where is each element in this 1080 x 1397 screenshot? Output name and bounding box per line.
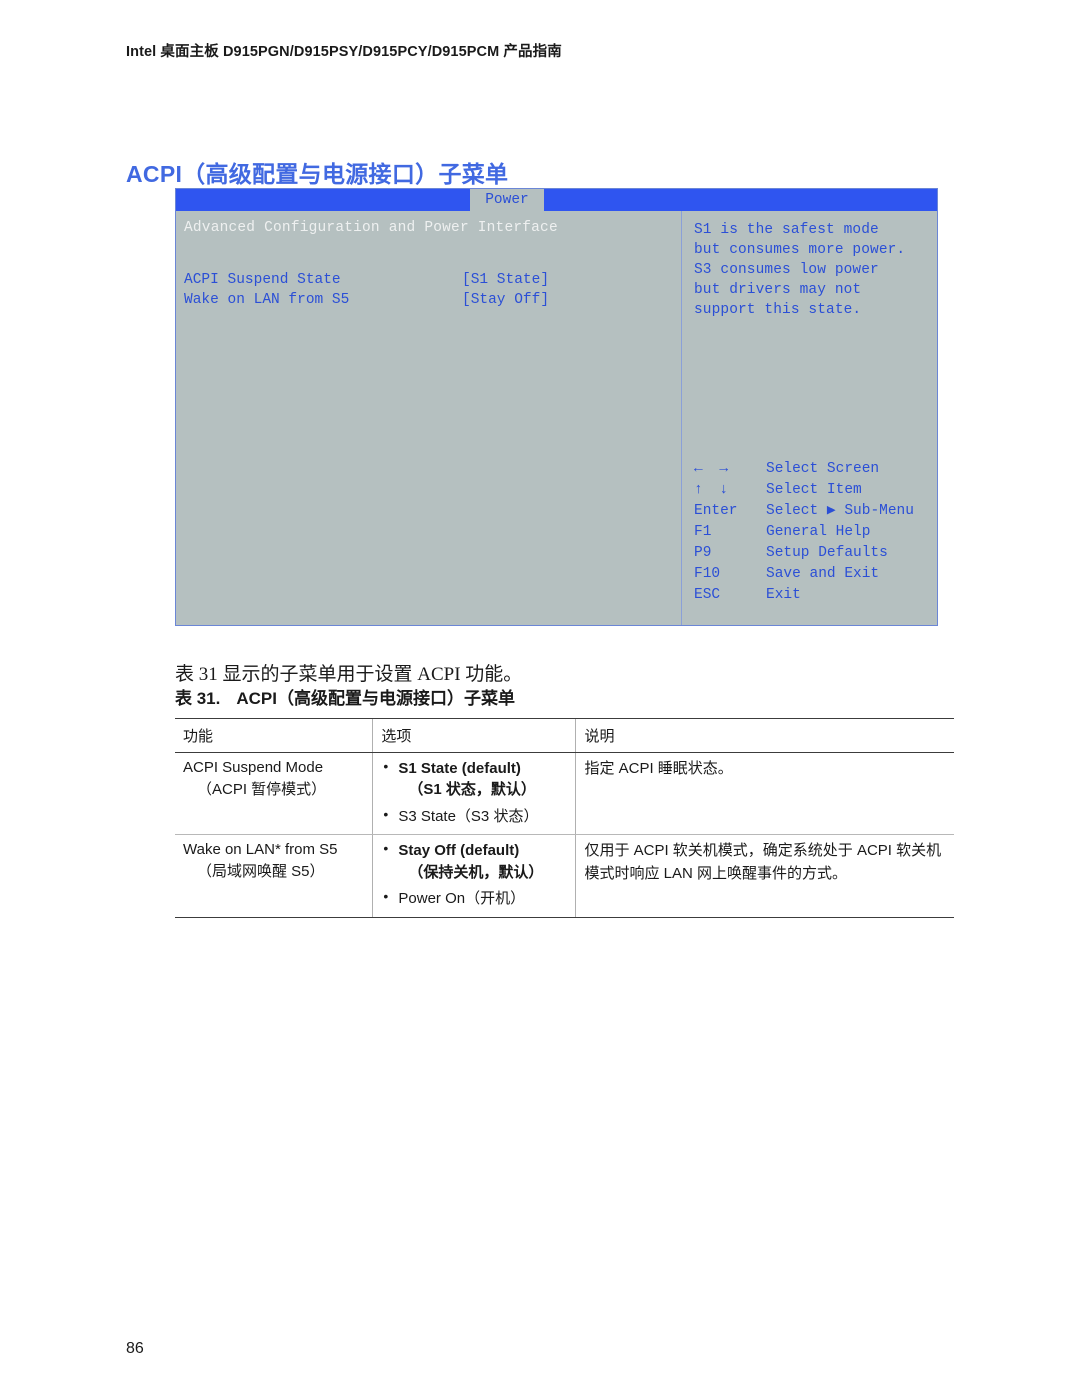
option-label-en: S3 State（S3 状态）: [398, 808, 539, 826]
page-number: 86: [126, 1340, 144, 1357]
table-number: 表 31.: [175, 689, 221, 708]
help-text-line: but consumes more power.: [694, 242, 906, 258]
option-item: Stay Off (default) （保持关机，默认）: [381, 839, 567, 883]
setting-label-wake-on-lan: Wake on LAN from S5: [184, 292, 350, 308]
key-label-p9: P9: [694, 545, 712, 561]
column-header-description: 说明: [575, 718, 954, 753]
key-label-esc: ESC: [694, 587, 721, 603]
key-legend-row: F1 General Help: [688, 522, 937, 543]
key-legend-desc: General Help: [766, 524, 871, 540]
left-right-arrow-icon: ← →: [694, 461, 733, 477]
bios-tab-bar: [176, 189, 937, 211]
option-label-en: S1 State (default): [398, 760, 521, 777]
up-down-arrow-icon: ↑ ↓: [694, 482, 733, 498]
key-legend-row: ESC Exit: [688, 585, 937, 606]
option-item: Power On（开机）: [381, 887, 567, 909]
table-caption: 表 31. ACPI（高级配置与电源接口）子菜单: [175, 684, 515, 709]
feature-name-cn: （局域网唤醒 S5）: [197, 863, 325, 881]
column-header-options: 选项: [372, 718, 576, 753]
key-legend-desc: Exit: [766, 587, 801, 603]
table-header-row: 功能 选项 说明: [175, 718, 954, 753]
bios-setting-row[interactable]: Wake on LAN from S5 [Stay Off]: [184, 291, 674, 310]
feature-name-en: Wake on LAN* from S5: [183, 841, 338, 859]
bios-help-panel: S1 is the safest mode but consumes more …: [682, 211, 937, 625]
key-legend-desc: Save and Exit: [766, 566, 880, 582]
key-label-f10: F10: [694, 566, 721, 582]
feature-name-cn: （ACPI 暂停模式）: [197, 780, 327, 798]
option-item: S3 State（S3 状态）: [381, 805, 567, 827]
help-text-line: support this state.: [694, 302, 862, 318]
bios-settings-panel: Advanced Configuration and Power Interfa…: [176, 211, 681, 625]
help-text-line: but drivers may not: [694, 282, 862, 298]
cell-feature: ACPI Suspend Mode （ACPI 暂停模式）: [175, 752, 373, 836]
bios-key-legend: ← → Select Screen ↑ ↓ Select Item Enter …: [688, 459, 937, 606]
key-legend-row: ← → Select Screen: [688, 459, 937, 480]
bios-setup-screenshot: Power Advanced Configuration and Power I…: [175, 188, 938, 626]
bios-panel-heading: Advanced Configuration and Power Interfa…: [184, 220, 558, 236]
column-header-feature: 功能: [175, 718, 373, 753]
page-title: ACPI（高级配置与电源接口）子菜单: [126, 161, 509, 188]
cell-description: 仅用于 ACPI 软关机模式，确定系统处于 ACPI 软关机模式时响应 LAN …: [575, 834, 954, 918]
option-label-en: Stay Off (default): [398, 842, 520, 860]
description-text: 指定 ACPI 睡眠状态。: [584, 760, 733, 777]
key-legend-row: F10 Save and Exit: [688, 564, 937, 585]
help-text-line: S1 is the safest mode: [694, 222, 879, 238]
description-text: 仅用于 ACPI 软关机模式，确定系统处于 ACPI 软关机模式时响应 LAN …: [584, 842, 942, 882]
key-legend-desc: Select Item: [766, 482, 862, 498]
key-legend-row: P9 Setup Defaults: [688, 543, 937, 564]
key-legend-desc: Select Screen: [766, 461, 880, 477]
table-caption-text: ACPI（高级配置与电源接口）子菜单: [236, 689, 515, 708]
option-list: Stay Off (default) （保持关机，默认） Power On（开机…: [381, 839, 567, 909]
tab-power[interactable]: Power: [470, 189, 544, 211]
option-label-cn: （S1 状态，默认）: [408, 781, 536, 799]
key-label-enter: Enter: [694, 503, 738, 519]
running-header: Intel 桌面主板 D915PGN/D915PSY/D915PCY/D915P…: [126, 44, 562, 60]
option-label-en: Power On（开机）: [398, 890, 526, 908]
table-row: Wake on LAN* from S5 （局域网唤醒 S5） Stay Off…: [175, 834, 954, 918]
table-row: ACPI Suspend Mode （ACPI 暂停模式） S1 State (…: [175, 752, 954, 836]
setting-value-wake-on-lan[interactable]: [Stay Off]: [462, 291, 549, 310]
cell-description: 指定 ACPI 睡眠状态。: [575, 752, 954, 836]
cell-options: S1 State (default) （S1 状态，默认） S3 State（S…: [372, 752, 576, 836]
help-text-line: S3 consumes low power: [694, 262, 879, 278]
option-label-cn: （保持关机，默认）: [408, 863, 544, 881]
table-intro-text: 表 31 显示的子菜单用于设置 ACPI 功能。: [175, 664, 523, 685]
cell-feature: Wake on LAN* from S5 （局域网唤醒 S5）: [175, 834, 373, 918]
key-legend-desc: Select ▶ Sub-Menu: [766, 503, 914, 519]
setting-value-acpi-suspend-state[interactable]: [S1 State]: [462, 271, 549, 290]
option-item: S1 State (default) （S1 状态，默认）: [381, 757, 567, 801]
option-list: S1 State (default) （S1 状态，默认） S3 State（S…: [381, 757, 567, 827]
feature-name-en: ACPI Suspend Mode: [183, 759, 324, 776]
key-label-f1: F1: [694, 524, 712, 540]
acpi-settings-table: 功能 选项 说明 ACPI Suspend Mode （ACPI 暂停模式） S…: [175, 718, 954, 918]
key-legend-desc: Setup Defaults: [766, 545, 888, 561]
key-legend-row: Enter Select ▶ Sub-Menu: [688, 501, 937, 522]
bios-setting-row[interactable]: ACPI Suspend State [S1 State]: [184, 271, 674, 290]
cell-options: Stay Off (default) （保持关机，默认） Power On（开机…: [372, 834, 576, 918]
key-legend-row: ↑ ↓ Select Item: [688, 480, 937, 501]
setting-label-acpi-suspend-state: ACPI Suspend State: [184, 272, 341, 288]
